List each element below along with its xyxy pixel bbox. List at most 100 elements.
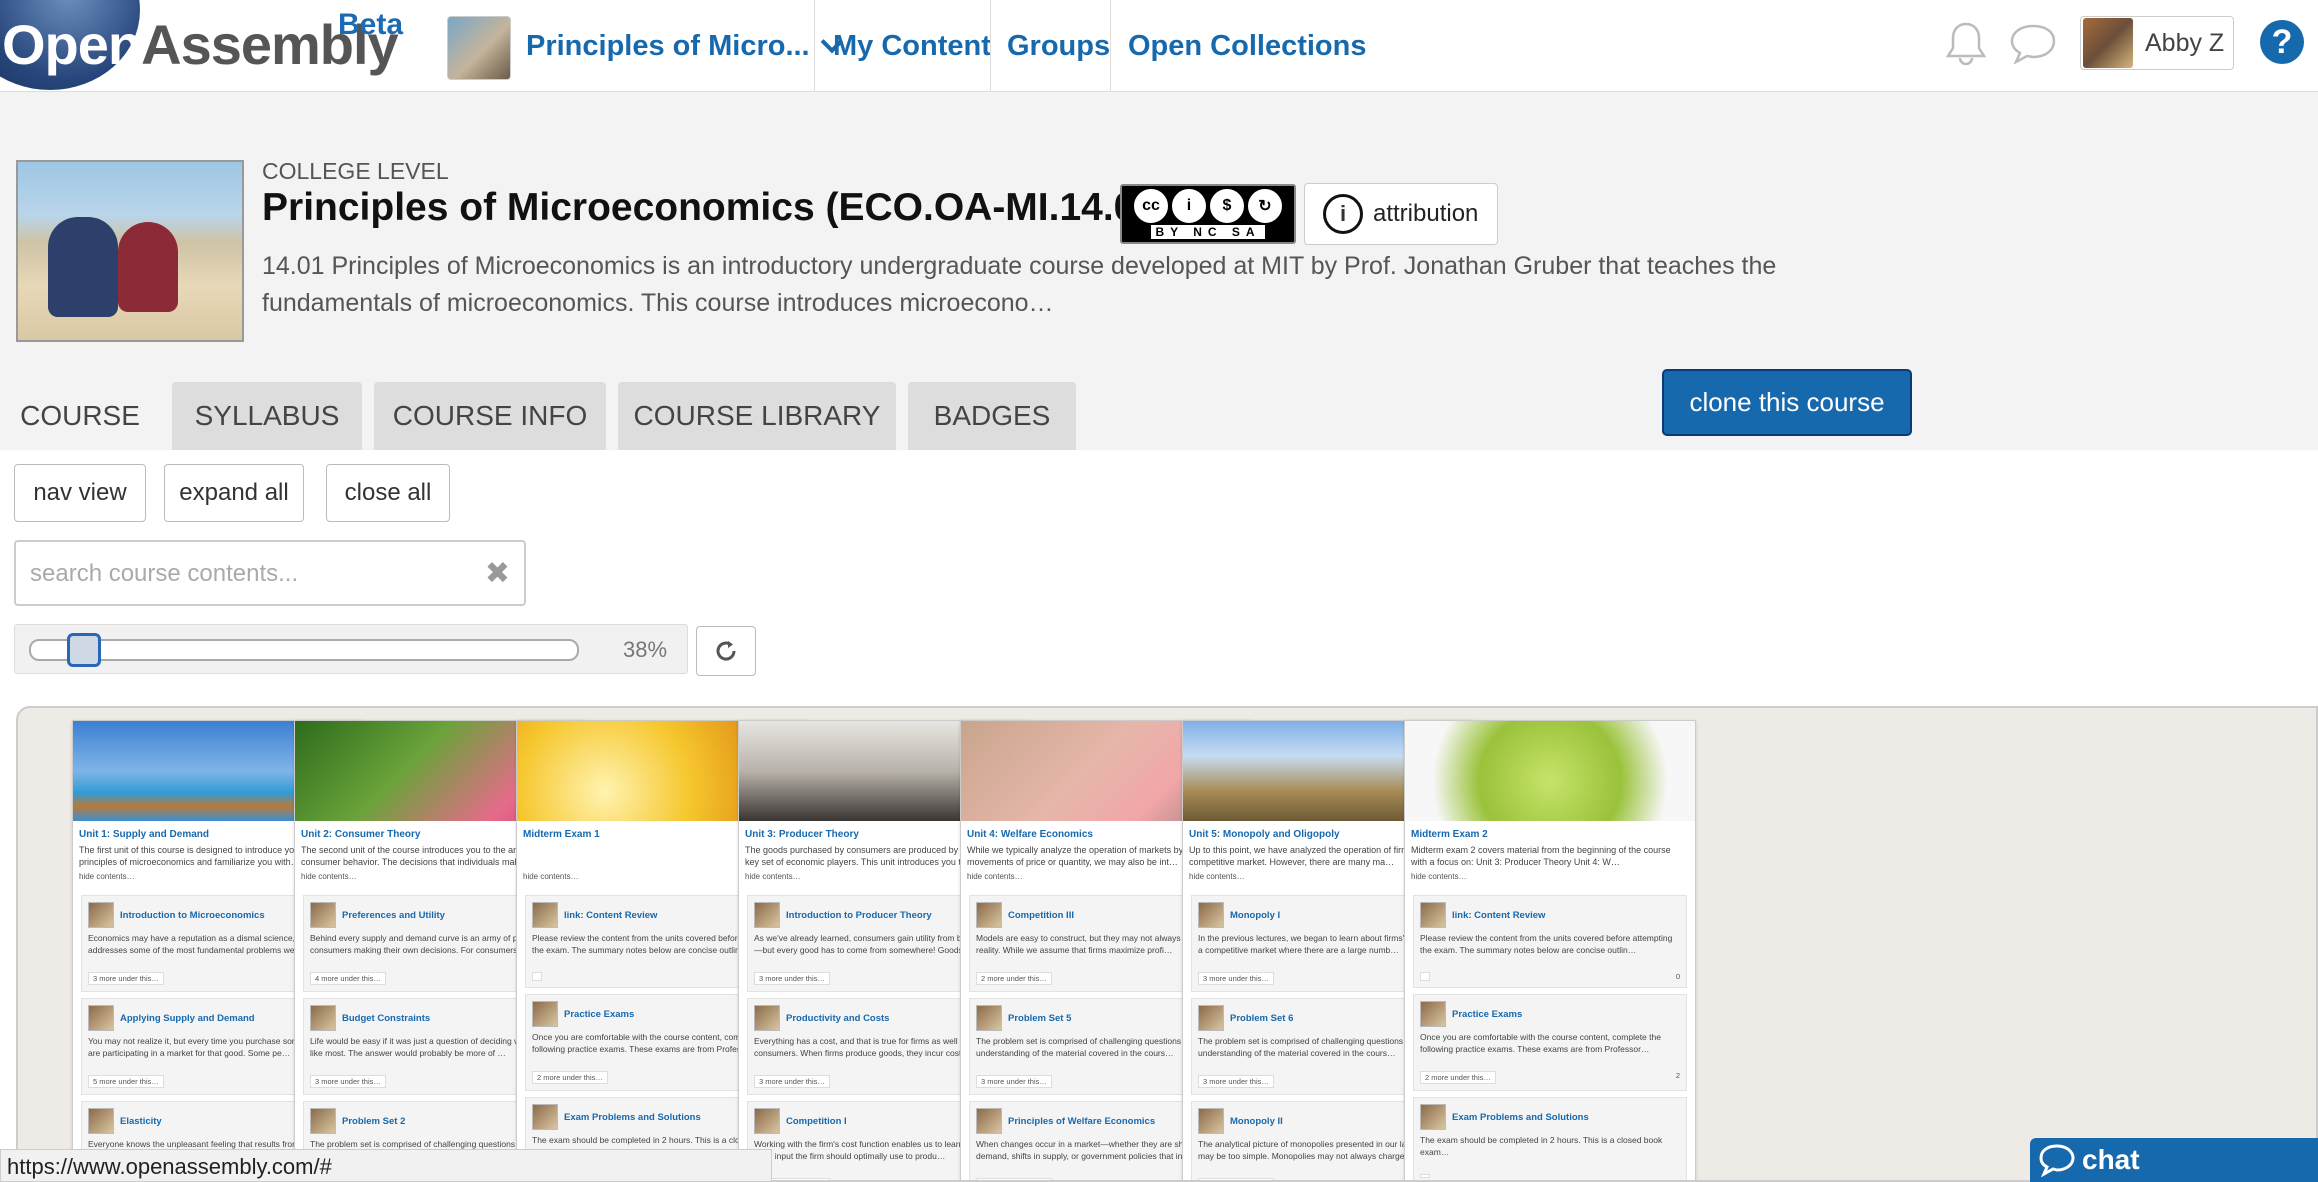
more-under-this-toggle[interactable]: 3 more under this… (976, 1075, 1052, 1088)
zoom-slider-handle[interactable] (67, 633, 101, 667)
hide-contents-toggle[interactable]: hide contents… (523, 872, 579, 881)
item-title[interactable]: link: Content Review (564, 910, 657, 921)
more-under-this-toggle[interactable]: 3 more under this… (976, 1178, 1052, 1180)
chat-label: chat (2082, 1144, 2140, 1175)
more-under-this-toggle[interactable]: 4 more under this… (1198, 1178, 1274, 1180)
item-description: Once you are comfortable with the course… (1420, 1032, 1661, 1054)
close-all-button[interactable]: close all (326, 464, 450, 522)
more-under-this-toggle[interactable]: 3 more under this… (88, 972, 164, 985)
more-under-this-toggle[interactable]: 3 more under this… (1198, 1075, 1274, 1088)
course-tabs: COURSE SYLLABUS COURSE INFO COURSE LIBRA… (0, 382, 1088, 450)
course-description: 14.01 Principles of Microeconomics is an… (262, 252, 1777, 317)
more-under-this-toggle[interactable] (532, 972, 542, 981)
tab-course-library[interactable]: COURSE LIBRARY (618, 382, 896, 450)
zoom-percentage: 38% (623, 637, 668, 662)
unit-title[interactable]: Midterm Exam 2 (1405, 821, 1695, 844)
item-title[interactable]: Competition I (786, 1116, 847, 1127)
nav-open-collections[interactable]: Open Collections (1128, 0, 1366, 92)
item-thumbnail (1420, 1001, 1446, 1027)
hide-contents-toggle[interactable]: hide contents… (967, 872, 1023, 881)
nav-view-button[interactable]: nav view (14, 464, 146, 522)
nav-my-content[interactable]: My Content (833, 0, 991, 92)
item-title[interactable]: Productivity and Costs (786, 1013, 889, 1024)
item-title[interactable]: Practice Exams (1452, 1009, 1522, 1020)
more-under-this-toggle[interactable]: 3 more under this… (754, 972, 830, 985)
more-under-this-toggle[interactable]: 3 more under this… (1198, 972, 1274, 985)
item-title[interactable]: Principles of Welfare Economics (1008, 1116, 1155, 1127)
item-title[interactable]: Budget Constraints (342, 1013, 430, 1024)
info-person-icon: i (1323, 194, 1363, 234)
unit-item[interactable]: Exam Problems and Solutions The exam sho… (1413, 1097, 1687, 1180)
item-title[interactable]: Monopoly I (1230, 910, 1280, 921)
item-thumbnail (88, 1108, 114, 1134)
item-thumbnail (1198, 902, 1224, 928)
item-thumbnail (976, 902, 1002, 928)
nav-divider (1110, 0, 1111, 92)
item-title[interactable]: link: Content Review (1452, 910, 1545, 921)
course-menu-dropdown[interactable]: Principles of Micro... (526, 0, 843, 92)
more-under-this-toggle[interactable]: 3 more under this… (310, 1075, 386, 1088)
hide-contents-toggle[interactable]: hide contents… (301, 872, 357, 881)
avatar (2083, 18, 2133, 68)
hide-contents-toggle[interactable]: hide contents… (1189, 872, 1245, 881)
unit-item[interactable]: Practice Exams Once you are comfortable … (1413, 994, 1687, 1091)
more-under-this-toggle[interactable] (1420, 972, 1430, 981)
item-title[interactable]: Introduction to Producer Theory (786, 910, 932, 921)
clone-course-button[interactable]: clone this course (1662, 369, 1912, 436)
notifications-bell-icon[interactable] (1944, 20, 1988, 66)
item-thumbnail (310, 902, 336, 928)
nav-divider (814, 0, 815, 92)
creative-commons-license-badge[interactable]: cc i $ ↻ BY NC SA (1120, 184, 1296, 244)
item-thumbnail (88, 902, 114, 928)
course-cover-image (16, 160, 244, 342)
more-under-this-toggle[interactable]: 4 more under this… (310, 972, 386, 985)
item-title[interactable]: Practice Exams (564, 1009, 634, 1020)
hide-contents-toggle[interactable]: hide contents… (79, 872, 135, 881)
item-thumbnail (532, 1001, 558, 1027)
user-menu-button[interactable]: Abby Z (2080, 16, 2234, 70)
search-course-input[interactable]: search course contents... ✖ (14, 540, 526, 606)
tab-course-info[interactable]: COURSE INFO (374, 382, 606, 450)
more-under-this-toggle[interactable]: 5 more under this… (88, 1075, 164, 1088)
item-title[interactable]: Preferences and Utility (342, 910, 445, 921)
item-thumbnail (532, 1104, 558, 1130)
item-title[interactable]: Applying Supply and Demand (120, 1013, 255, 1024)
zoom-slider-track[interactable] (29, 639, 579, 661)
messages-bubble-icon[interactable] (2008, 22, 2058, 64)
course-thumbnail[interactable] (447, 16, 511, 80)
refresh-button[interactable] (696, 626, 756, 676)
more-under-this-toggle[interactable]: 2 more under this… (532, 1071, 608, 1084)
more-under-this-toggle[interactable]: 3 more under this… (754, 1075, 830, 1088)
openassembly-logo[interactable]: OpenAssembly Beta (0, 0, 420, 92)
more-under-this-toggle[interactable] (1420, 1174, 1430, 1178)
chat-button[interactable]: chat (2030, 1138, 2318, 1182)
item-title[interactable]: Exam Problems and Solutions (1452, 1112, 1589, 1123)
item-title[interactable]: Monopoly II (1230, 1116, 1283, 1127)
unit-item[interactable]: link: Content Review Please review the c… (1413, 895, 1687, 988)
attribution-button[interactable]: i attribution (1304, 183, 1498, 245)
chat-bubble-icon (2039, 1144, 2075, 1177)
item-title[interactable]: Introduction to Microeconomics (120, 910, 265, 921)
item-title[interactable]: Elasticity (120, 1116, 162, 1127)
unit-cover-image (1405, 721, 1695, 821)
item-title[interactable]: Exam Problems and Solutions (564, 1112, 701, 1123)
unit-card[interactable]: Midterm Exam 2 Midterm exam 2 covers mat… (1404, 720, 1696, 1180)
item-thumbnail (88, 1005, 114, 1031)
item-thumbnail (754, 1108, 780, 1134)
license-text: BY NC SA (1151, 225, 1265, 239)
item-title[interactable]: Problem Set 2 (342, 1116, 405, 1127)
tab-syllabus[interactable]: SYLLABUS (172, 382, 362, 450)
more-under-this-toggle[interactable]: 2 more under this… (1420, 1071, 1496, 1084)
expand-all-button[interactable]: expand all (164, 464, 304, 522)
more-under-this-toggle[interactable]: 2 more under this… (976, 972, 1052, 985)
item-title[interactable]: Competition III (1008, 910, 1074, 921)
clear-search-icon[interactable]: ✖ (485, 556, 510, 591)
item-title[interactable]: Problem Set 6 (1230, 1013, 1293, 1024)
help-icon[interactable]: ? (2260, 20, 2304, 64)
tab-badges[interactable]: BADGES (908, 382, 1076, 450)
tab-course[interactable]: COURSE (0, 382, 160, 450)
hide-contents-toggle[interactable]: hide contents… (745, 872, 801, 881)
hide-contents-toggle[interactable]: hide contents… (1411, 872, 1467, 881)
nav-groups[interactable]: Groups (1007, 0, 1110, 92)
item-title[interactable]: Problem Set 5 (1008, 1013, 1071, 1024)
